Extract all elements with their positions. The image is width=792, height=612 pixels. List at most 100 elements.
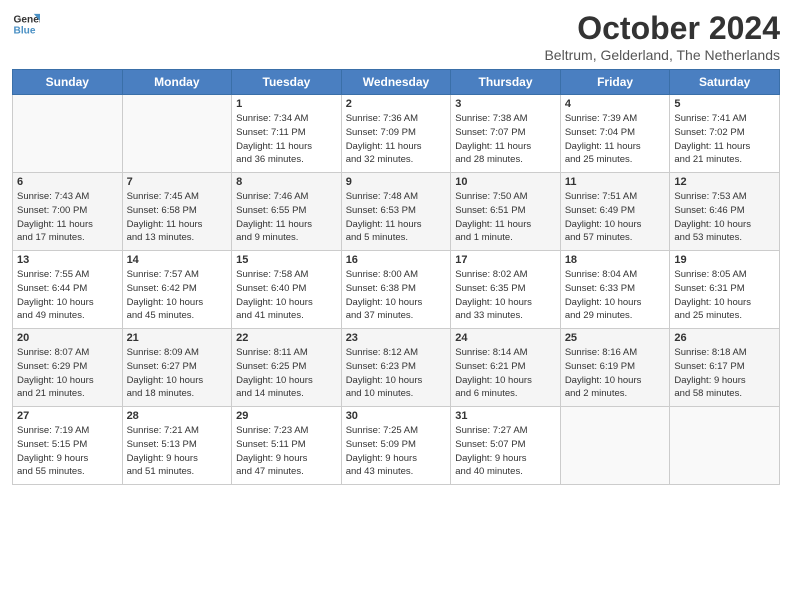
day-header-tuesday: Tuesday: [232, 70, 342, 95]
week-row-4: 20 Sunrise: 8:07 AM Sunset: 6:29 PM Dayli…: [13, 329, 780, 407]
day-number: 29: [236, 410, 337, 422]
day-number: 31: [455, 410, 556, 422]
week-row-1: 1 Sunrise: 7:34 AM Sunset: 7:11 PM Daylig…: [13, 95, 780, 173]
calendar-cell: 6 Sunrise: 7:43 AM Sunset: 7:00 PM Daylig…: [13, 173, 123, 251]
day-number: 3: [455, 98, 556, 110]
calendar-cell: [670, 407, 780, 485]
cell-content: Sunrise: 7:46 AM Sunset: 6:55 PM Dayligh…: [236, 190, 337, 245]
day-number: 21: [127, 332, 228, 344]
day-number: 28: [127, 410, 228, 422]
day-header-saturday: Saturday: [670, 70, 780, 95]
cell-content: Sunrise: 7:57 AM Sunset: 6:42 PM Dayligh…: [127, 268, 228, 323]
calendar-cell: 15Sunrise: 7:58 AM Sunset: 6:40 PM Dayli…: [232, 251, 342, 329]
cell-content: Sunrise: 8:18 AM Sunset: 6:17 PM Dayligh…: [674, 346, 775, 401]
cell-content: Sunrise: 7:21 AM Sunset: 5:13 PM Dayligh…: [127, 424, 228, 479]
calendar-cell: 27 Sunrise: 7:19 AM Sunset: 5:15 PM Dayli…: [13, 407, 123, 485]
cell-content: Sunrise: 7:51 AM Sunset: 6:49 PM Dayligh…: [565, 190, 666, 245]
day-number: 18: [565, 254, 666, 266]
calendar-cell: 12Sunrise: 7:53 AM Sunset: 6:46 PM Dayli…: [670, 173, 780, 251]
calendar-cell: 10Sunrise: 7:50 AM Sunset: 6:51 PM Dayli…: [451, 173, 561, 251]
cell-content: Sunrise: 7:38 AM Sunset: 7:07 PM Dayligh…: [455, 112, 556, 167]
cell-content: Sunrise: 7:39 AM Sunset: 7:04 PM Dayligh…: [565, 112, 666, 167]
cell-content: Sunrise: 8:07 AM Sunset: 6:29 PM Dayligh…: [17, 346, 118, 401]
logo-icon: General Blue: [12, 10, 40, 38]
calendar-cell: 24Sunrise: 8:14 AM Sunset: 6:21 PM Dayli…: [451, 329, 561, 407]
logo: General Blue: [12, 10, 40, 38]
calendar-cell: 16 Sunrise: 8:00 AM Sunset: 6:38 PM Dayli…: [341, 251, 451, 329]
cell-content: Sunrise: 7:23 AM Sunset: 5:11 PM Dayligh…: [236, 424, 337, 479]
day-number: 20: [17, 332, 118, 344]
day-number: 26: [674, 332, 775, 344]
cell-content: Sunrise: 7:55 AM Sunset: 6:44 PM Dayligh…: [17, 268, 118, 323]
cell-content: Sunrise: 7:48 AM Sunset: 6:53 PM Dayligh…: [346, 190, 447, 245]
week-row-3: 13 Sunrise: 7:55 AM Sunset: 6:44 PM Dayli…: [13, 251, 780, 329]
cell-content: Sunrise: 8:05 AM Sunset: 6:31 PM Dayligh…: [674, 268, 775, 323]
week-row-5: 27 Sunrise: 7:19 AM Sunset: 5:15 PM Dayli…: [13, 407, 780, 485]
calendar-cell: 30Sunrise: 7:25 AM Sunset: 5:09 PM Dayli…: [341, 407, 451, 485]
header: General Blue October 2024 Beltrum, Gelde…: [12, 10, 780, 63]
calendar-cell: [560, 407, 670, 485]
calendar-cell: 3 Sunrise: 7:38 AM Sunset: 7:07 PM Daylig…: [451, 95, 561, 173]
day-number: 25: [565, 332, 666, 344]
cell-content: Sunrise: 7:43 AM Sunset: 7:00 PM Dayligh…: [17, 190, 118, 245]
day-header-monday: Monday: [122, 70, 232, 95]
day-number: 1: [236, 98, 337, 110]
title-block: October 2024 Beltrum, Gelderland, The Ne…: [544, 10, 780, 63]
day-header-sunday: Sunday: [13, 70, 123, 95]
day-number: 22: [236, 332, 337, 344]
day-number: 2: [346, 98, 447, 110]
day-number: 5: [674, 98, 775, 110]
day-number: 17: [455, 254, 556, 266]
calendar-cell: 14Sunrise: 7:57 AM Sunset: 6:42 PM Dayli…: [122, 251, 232, 329]
calendar-cell: 4 Sunrise: 7:39 AM Sunset: 7:04 PM Daylig…: [560, 95, 670, 173]
day-number: 9: [346, 176, 447, 188]
cell-content: Sunrise: 8:16 AM Sunset: 6:19 PM Dayligh…: [565, 346, 666, 401]
calendar-body: 1 Sunrise: 7:34 AM Sunset: 7:11 PM Daylig…: [13, 95, 780, 485]
calendar-cell: 28 Sunrise: 7:21 AM Sunset: 5:13 PM Dayli…: [122, 407, 232, 485]
cell-content: Sunrise: 8:02 AM Sunset: 6:35 PM Dayligh…: [455, 268, 556, 323]
calendar-cell: 22Sunrise: 8:11 AM Sunset: 6:25 PM Dayli…: [232, 329, 342, 407]
calendar-cell: 21 Sunrise: 8:09 AM Sunset: 6:27 PM Dayli…: [122, 329, 232, 407]
calendar-cell: 7 Sunrise: 7:45 AM Sunset: 6:58 PM Daylig…: [122, 173, 232, 251]
calendar-cell: 26 Sunrise: 8:18 AM Sunset: 6:17 PM Dayli…: [670, 329, 780, 407]
calendar-page: General Blue October 2024 Beltrum, Gelde…: [0, 0, 792, 495]
day-number: 27: [17, 410, 118, 422]
cell-content: Sunrise: 7:50 AM Sunset: 6:51 PM Dayligh…: [455, 190, 556, 245]
calendar-cell: 17 Sunrise: 8:02 AM Sunset: 6:35 PM Dayli…: [451, 251, 561, 329]
calendar-table: SundayMondayTuesdayWednesdayThursdayFrid…: [12, 69, 780, 485]
cell-content: Sunrise: 8:12 AM Sunset: 6:23 PM Dayligh…: [346, 346, 447, 401]
calendar-cell: [13, 95, 123, 173]
calendar-cell: 25 Sunrise: 8:16 AM Sunset: 6:19 PM Dayli…: [560, 329, 670, 407]
cell-content: Sunrise: 7:36 AM Sunset: 7:09 PM Dayligh…: [346, 112, 447, 167]
day-number: 4: [565, 98, 666, 110]
calendar-cell: 31 Sunrise: 7:27 AM Sunset: 5:07 PM Dayli…: [451, 407, 561, 485]
calendar-cell: 20 Sunrise: 8:07 AM Sunset: 6:29 PM Dayli…: [13, 329, 123, 407]
svg-text:Blue: Blue: [14, 25, 36, 36]
calendar-cell: 13 Sunrise: 7:55 AM Sunset: 6:44 PM Dayli…: [13, 251, 123, 329]
cell-content: Sunrise: 7:34 AM Sunset: 7:11 PM Dayligh…: [236, 112, 337, 167]
day-number: 7: [127, 176, 228, 188]
location: Beltrum, Gelderland, The Netherlands: [544, 47, 780, 63]
calendar-cell: 2 Sunrise: 7:36 AM Sunset: 7:09 PM Daylig…: [341, 95, 451, 173]
cell-content: Sunrise: 7:45 AM Sunset: 6:58 PM Dayligh…: [127, 190, 228, 245]
calendar-cell: 29 Sunrise: 7:23 AM Sunset: 5:11 PM Dayli…: [232, 407, 342, 485]
header-row: SundayMondayTuesdayWednesdayThursdayFrid…: [13, 70, 780, 95]
day-number: 6: [17, 176, 118, 188]
calendar-header: SundayMondayTuesdayWednesdayThursdayFrid…: [13, 70, 780, 95]
cell-content: Sunrise: 7:53 AM Sunset: 6:46 PM Dayligh…: [674, 190, 775, 245]
day-number: 11: [565, 176, 666, 188]
cell-content: Sunrise: 8:04 AM Sunset: 6:33 PM Dayligh…: [565, 268, 666, 323]
calendar-cell: 23Sunrise: 8:12 AM Sunset: 6:23 PM Dayli…: [341, 329, 451, 407]
cell-content: Sunrise: 8:00 AM Sunset: 6:38 PM Dayligh…: [346, 268, 447, 323]
calendar-cell: [122, 95, 232, 173]
day-number: 16: [346, 254, 447, 266]
cell-content: Sunrise: 7:25 AM Sunset: 5:09 PM Dayligh…: [346, 424, 447, 479]
calendar-cell: 8Sunrise: 7:46 AM Sunset: 6:55 PM Daylig…: [232, 173, 342, 251]
cell-content: Sunrise: 7:19 AM Sunset: 5:15 PM Dayligh…: [17, 424, 118, 479]
day-number: 15: [236, 254, 337, 266]
calendar-cell: 1 Sunrise: 7:34 AM Sunset: 7:11 PM Daylig…: [232, 95, 342, 173]
month-title: October 2024: [544, 10, 780, 47]
cell-content: Sunrise: 8:09 AM Sunset: 6:27 PM Dayligh…: [127, 346, 228, 401]
day-number: 13: [17, 254, 118, 266]
cell-content: Sunrise: 7:27 AM Sunset: 5:07 PM Dayligh…: [455, 424, 556, 479]
